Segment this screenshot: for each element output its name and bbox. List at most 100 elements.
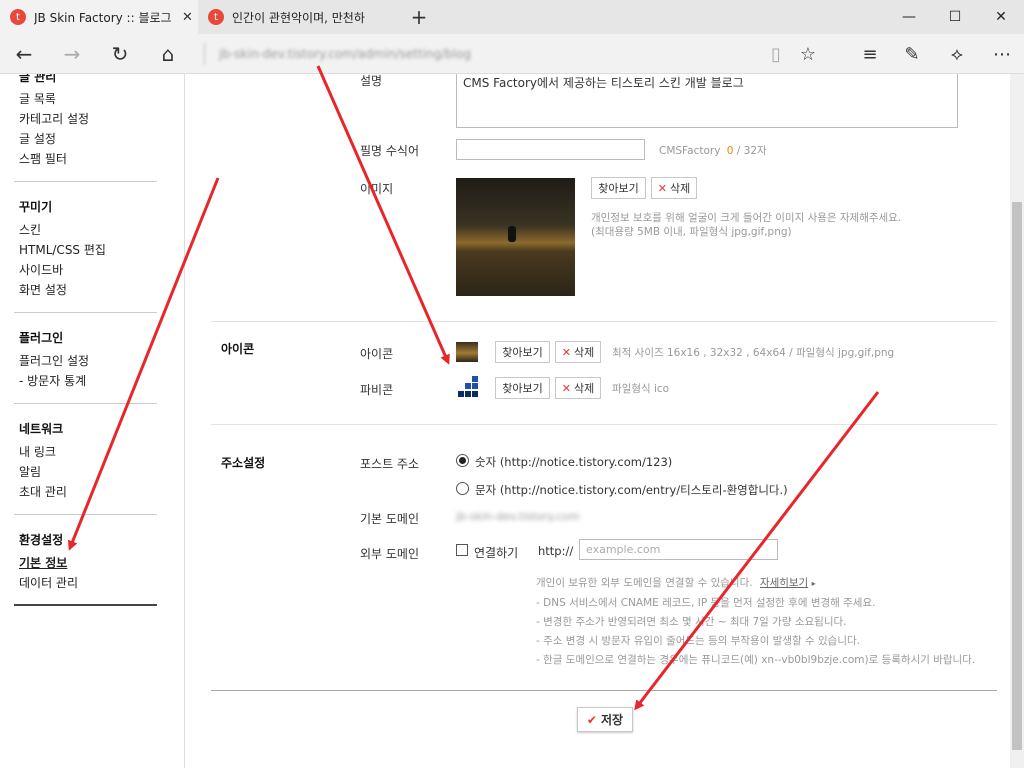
sidebar-item-plugin-settings[interactable]: 플러그인 설정 bbox=[19, 352, 89, 369]
sidebar-item-invitations[interactable]: 초대 관리 bbox=[19, 483, 67, 500]
more-icon[interactable]: ⋯ bbox=[980, 34, 1024, 74]
icon-hint: 최적 사이즈 16x16 , 32x32 , 64x64 / 파일형식 jpg,… bbox=[612, 347, 895, 359]
icon-label: 아이콘 bbox=[360, 347, 394, 361]
icon-thumbnail bbox=[456, 342, 478, 362]
home-icon[interactable]: ⌂ bbox=[144, 34, 192, 74]
sidebar-item-notifications[interactable]: 알림 bbox=[19, 463, 41, 480]
icon-browse-button[interactable]: 찾아보기 bbox=[495, 341, 550, 363]
connect-domain-checkbox[interactable] bbox=[456, 544, 468, 556]
favicon-browse-button[interactable]: 찾아보기 bbox=[495, 377, 550, 399]
divider bbox=[14, 403, 157, 404]
sidebar-item-skin[interactable]: 스킨 bbox=[19, 221, 41, 238]
delete-x-icon: ✕ bbox=[657, 181, 667, 195]
divider bbox=[14, 181, 157, 182]
sidebar-item-data-management[interactable]: 데이터 관리 bbox=[19, 574, 78, 591]
nickname-input[interactable] bbox=[456, 139, 645, 160]
http-prefix: http:// bbox=[538, 544, 574, 558]
post-address-label: 포스트 주소 bbox=[360, 457, 420, 471]
forward-icon[interactable]: → bbox=[48, 34, 96, 74]
address-bar: ← → ↻ ⌂ jb-skin-dev.tistory.com/admin/se… bbox=[0, 34, 1024, 74]
connect-domain-label: 연결하기 bbox=[474, 546, 519, 560]
nickname-hint: CMSFactory bbox=[659, 145, 721, 157]
delete-x-icon: ✕ bbox=[561, 345, 571, 359]
icon-delete-button[interactable]: ✕ 삭제 bbox=[555, 341, 601, 363]
maximize-icon[interactable]: ☐ bbox=[932, 0, 978, 34]
tab-active[interactable]: t JB Skin Factory :: 블로그 ✕ bbox=[0, 0, 198, 34]
image-label: 이미지 bbox=[360, 182, 394, 196]
external-info-3: - 변경한 주소가 반영되려면 최소 몇 시간 ~ 최대 7일 가량 소요됩니다… bbox=[536, 616, 847, 628]
divider bbox=[14, 312, 157, 313]
image-browse-button[interactable]: 찾아보기 bbox=[591, 177, 646, 199]
sidebar-item-post-settings[interactable]: 글 설정 bbox=[19, 130, 56, 147]
delete-label: 삭제 bbox=[669, 182, 691, 195]
nickname-max: / 32자 bbox=[736, 145, 767, 157]
image-delete-button[interactable]: ✕ 삭제 bbox=[651, 177, 697, 199]
share-icon[interactable]: ⟡ bbox=[935, 34, 979, 74]
sidebar-header-posts: 글 관리 bbox=[19, 74, 57, 84]
description-textarea[interactable]: CMS Factory에서 제공하는 티스토리 스킨 개발 블로그 bbox=[456, 74, 958, 128]
tistory-icon: t bbox=[10, 9, 26, 25]
favorite-star-icon[interactable]: ☆ bbox=[786, 34, 830, 74]
sidebar-header-settings: 환경설정 bbox=[19, 533, 64, 547]
nickname-count: 0 bbox=[726, 145, 734, 157]
external-info-text: 개인이 보유한 외부 도메인을 연결할 수 있습니다. bbox=[536, 577, 753, 589]
blog-image-thumbnail bbox=[456, 178, 575, 296]
sidebar-item-basic-info[interactable]: 기본 정보 bbox=[19, 554, 67, 571]
sidebar-item-spam-filter[interactable]: 스팸 필터 bbox=[19, 150, 67, 167]
sidebar-header-plugin: 플러그인 bbox=[19, 331, 64, 345]
url-field[interactable]: jb-skin-dev.tistory.com/admin/setting/bl… bbox=[204, 43, 754, 65]
chevron-right-icon: ▸ bbox=[811, 579, 816, 588]
sidebar-item-my-links[interactable]: 내 링크 bbox=[19, 443, 56, 460]
tab-title: JB Skin Factory :: 블로그 bbox=[34, 10, 172, 25]
delete-label: 삭제 bbox=[573, 382, 595, 395]
image-hint-1: 개인정보 보호를 위해 얼굴이 크게 들어간 이미지 사용은 자제해주세요. bbox=[591, 212, 902, 224]
sidebar-item-screen-settings[interactable]: 화면 설정 bbox=[19, 281, 67, 298]
external-domain-label: 외부 도메인 bbox=[360, 547, 420, 561]
vertical-scrollbar[interactable] bbox=[1010, 74, 1024, 768]
save-label: 저장 bbox=[600, 713, 624, 727]
address-section-title: 주소설정 bbox=[221, 456, 266, 470]
section-divider bbox=[211, 424, 997, 425]
scrollbar-thumb[interactable] bbox=[1012, 202, 1022, 750]
refresh-icon[interactable]: ↻ bbox=[96, 34, 144, 74]
sidebar-item-sidebar[interactable]: 사이드바 bbox=[19, 261, 63, 278]
base-domain-label: 기본 도메인 bbox=[360, 512, 420, 526]
icon-section-title: 아이콘 bbox=[221, 342, 255, 356]
check-icon: ✔ bbox=[586, 712, 597, 727]
save-button[interactable]: ✔ 저장 bbox=[577, 707, 633, 732]
new-tab-button[interactable]: + bbox=[402, 0, 436, 34]
favicon-hint: 파일형식 ico bbox=[612, 383, 670, 395]
back-icon[interactable]: ← bbox=[0, 34, 48, 74]
delete-label: 삭제 bbox=[573, 346, 595, 359]
sidebar-item-post-list[interactable]: 글 목록 bbox=[19, 90, 56, 107]
sidebar-header-network: 네트워크 bbox=[19, 422, 64, 436]
admin-sidebar: 글 관리 글 목록 카테고리 설정 글 설정 스팸 필터 꾸미기 스킨 HTML… bbox=[0, 74, 185, 768]
close-tab-icon[interactable]: ✕ bbox=[182, 10, 193, 25]
tistory-icon: t bbox=[208, 9, 224, 25]
post-address-text-label: 문자 (http://notice.tistory.com/entry/티스토리… bbox=[475, 483, 788, 497]
divider bbox=[14, 604, 157, 606]
external-info-5: - 한글 도메인으로 연결하는 경우에는 퓨니코드(예) xn--vb0bl9b… bbox=[536, 654, 976, 666]
external-domain-input[interactable]: example.com bbox=[579, 539, 778, 560]
favicon-thumbnail bbox=[456, 376, 480, 400]
post-address-number-radio[interactable] bbox=[456, 454, 469, 467]
tab-inactive[interactable]: t 인간이 관현악이며, 만천하 bbox=[198, 0, 400, 34]
post-address-number-label: 숫자 (http://notice.tistory.com/123) bbox=[475, 455, 673, 469]
base-domain-value: jb-skin-dev.tistory.com bbox=[456, 510, 580, 523]
window-close-icon[interactable]: ✕ bbox=[978, 0, 1024, 34]
post-address-text-radio[interactable] bbox=[456, 482, 469, 495]
web-note-icon[interactable]: ✎ bbox=[890, 34, 934, 74]
delete-x-icon: ✕ bbox=[561, 381, 571, 395]
favicon-delete-button[interactable]: ✕ 삭제 bbox=[555, 377, 601, 399]
tab-bar: t JB Skin Factory :: 블로그 ✕ t 인간이 관현악이며, … bbox=[0, 0, 1024, 34]
hub-icon[interactable]: ≡ bbox=[848, 34, 892, 74]
minimize-icon[interactable]: — bbox=[886, 0, 932, 34]
external-info-4: - 주소 변경 시 방문자 유입이 줄어드는 등의 부작용이 발생할 수 있습니… bbox=[536, 635, 860, 647]
divider bbox=[14, 514, 157, 515]
image-hint-2: (최대용량 5MB 이내, 파일형식 jpg,gif,png) bbox=[591, 226, 792, 238]
sidebar-item-visitor-stats[interactable]: - 방문자 통계 bbox=[19, 372, 86, 389]
sidebar-item-html-css[interactable]: HTML/CSS 편집 bbox=[19, 241, 106, 258]
more-info-link[interactable]: 자세히보기 bbox=[760, 577, 808, 589]
sidebar-item-category[interactable]: 카테고리 설정 bbox=[19, 110, 89, 127]
section-divider bbox=[211, 690, 997, 691]
